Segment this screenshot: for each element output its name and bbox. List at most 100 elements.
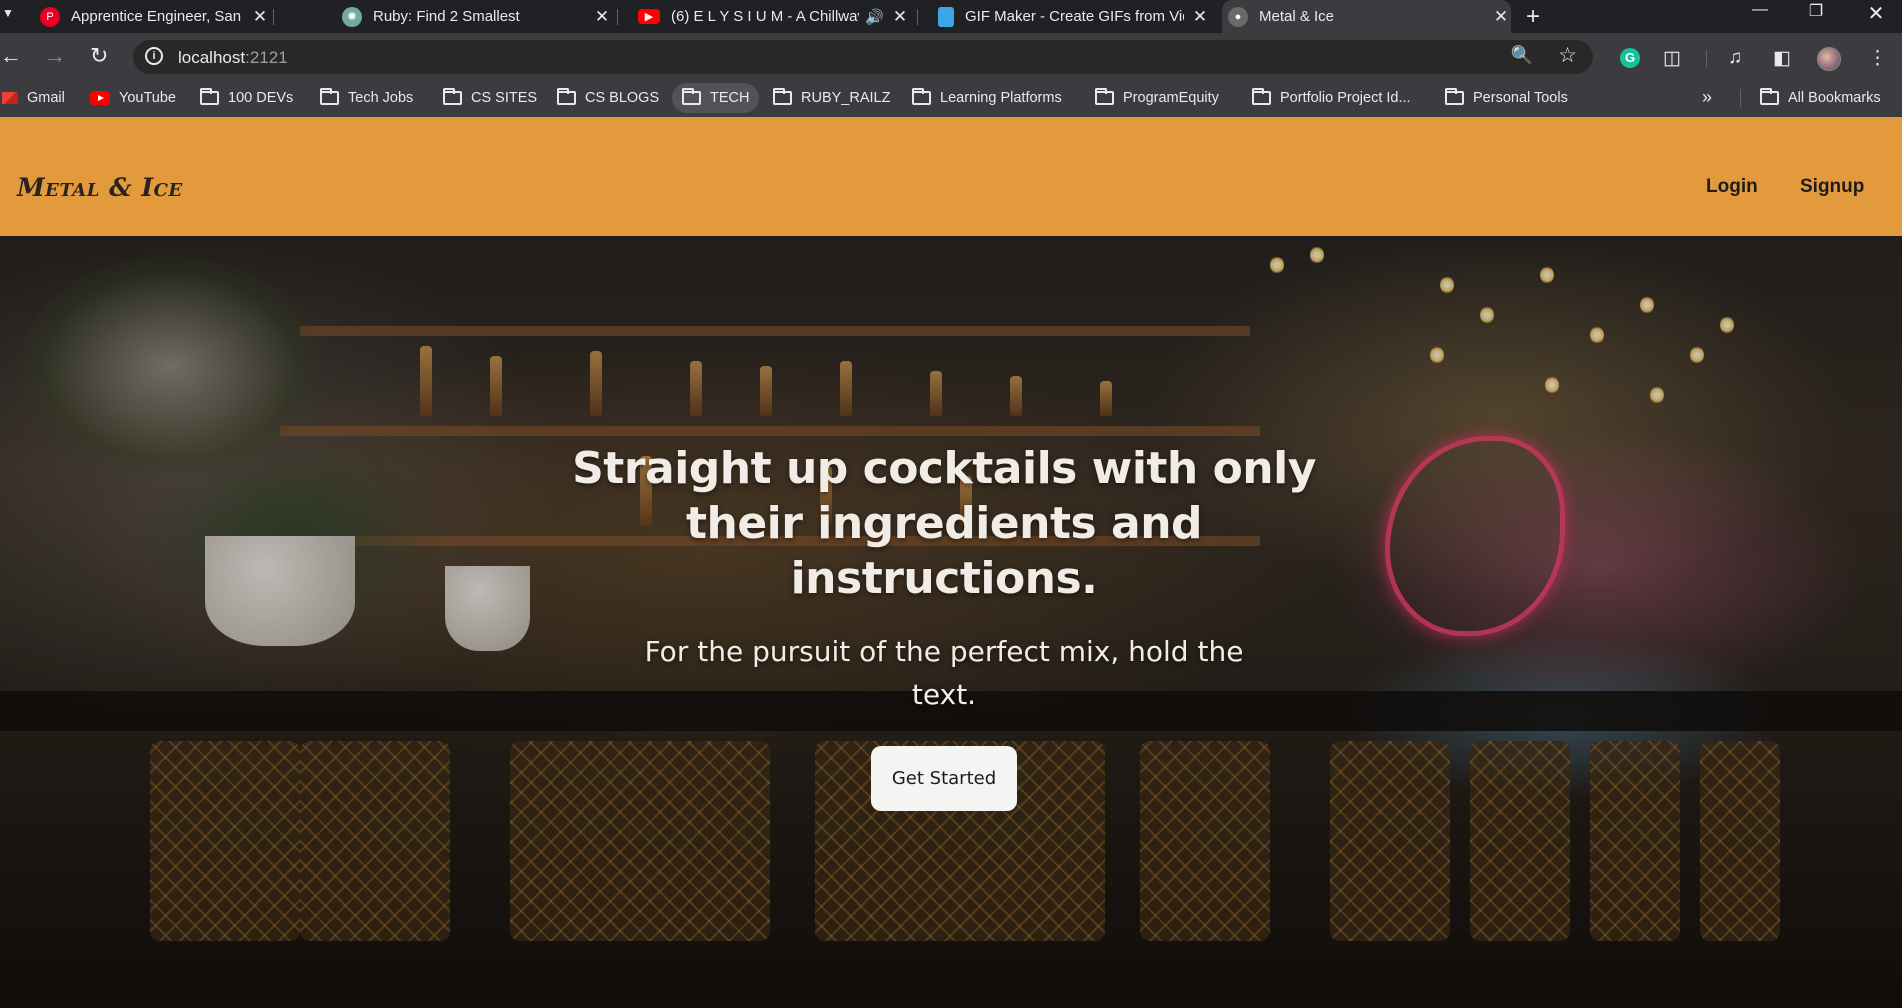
address-url[interactable]: localhost:2121 [178, 48, 288, 68]
bookmark-star-icon[interactable]: ☆ [1558, 43, 1577, 68]
extensions-puzzle-icon[interactable]: ◫ [1663, 47, 1681, 70]
close-icon[interactable]: ✕ [1491, 7, 1511, 27]
browser-toolbar: ← → ↻ i localhost:2121 🔍 ☆ G ◫ ♫ ◧ ⋮ [0, 33, 1902, 79]
bookmark-label: 100 DEVs [228, 90, 294, 106]
all-bookmarks-button[interactable]: All Bookmarks [1760, 79, 1881, 117]
tab-search-chevron-icon[interactable]: ▼ [2, 6, 14, 20]
bookmark-label: YouTube [119, 90, 176, 106]
grammarly-extension-icon[interactable]: G [1620, 48, 1640, 68]
signup-link[interactable]: Signup [1800, 176, 1864, 198]
bookmark-label: Portfolio Project Id... [1280, 90, 1411, 106]
close-icon[interactable]: ✕ [250, 7, 270, 27]
bookmarks-overflow-icon[interactable]: » [1702, 87, 1712, 108]
bookmark-label: Tech Jobs [348, 90, 414, 106]
bookmark-folder-tech[interactable]: TECH [672, 83, 760, 113]
globe-icon: ● [1228, 6, 1248, 27]
bookmark-label: RUBY_RAILZ [801, 90, 891, 106]
folder-icon [1095, 88, 1114, 105]
hero-subtitle: For the pursuit of the perfect mix, hold… [644, 635, 1244, 711]
tab-elysium-youtube[interactable]: ▶ (6) E L Y S I U M - A Chillwave 🔊 ✕ [632, 0, 910, 33]
tab-title: GIF Maker - Create GIFs from Video [965, 8, 1184, 25]
site-logo[interactable]: Metal & Ice [17, 173, 183, 202]
tab-metal-and-ice[interactable]: ● Metal & Ice ✕ [1222, 0, 1511, 33]
tab-strip: ▼ P Apprentice Engineer, San Francisco ✕… [0, 0, 1902, 33]
close-window-icon[interactable]: ✕ [1856, 1, 1896, 26]
login-link[interactable]: Login [1706, 176, 1758, 198]
new-tab-plus-icon[interactable]: + [1526, 3, 1540, 31]
bookmark-label: CS SITES [471, 90, 538, 106]
tab-title: (6) E L Y S I U M - A Chillwave [671, 8, 860, 25]
url-host: localhost [178, 48, 246, 67]
bookmark-folder-personal-tools[interactable]: Personal Tools [1445, 79, 1568, 117]
url-port: :2121 [245, 48, 288, 67]
bookmark-label: Gmail [27, 90, 65, 106]
hero-section: Straight up cocktails with only their in… [0, 236, 1902, 1008]
minimize-icon[interactable]: — [1740, 1, 1780, 19]
forward-arrow-icon[interactable]: → [44, 43, 66, 69]
bookmark-gmail[interactable]: Gmail [2, 79, 65, 117]
media-control-icon[interactable]: ♫ [1728, 47, 1742, 69]
back-arrow-icon[interactable]: ← [0, 43, 22, 69]
folder-icon [912, 88, 931, 105]
bookmark-label: All Bookmarks [1788, 90, 1881, 106]
hero-content: Straight up cocktails with only their in… [560, 441, 1328, 811]
tab-title: Apprentice Engineer, San Francisco [71, 8, 244, 25]
folder-icon [443, 88, 462, 105]
profile-avatar[interactable] [1817, 47, 1841, 71]
bookmark-folder-programequity[interactable]: ProgramEquity [1095, 79, 1219, 117]
chatgpt-icon: ✺ [342, 6, 362, 27]
bookmark-label: Learning Platforms [940, 90, 1062, 106]
close-icon[interactable]: ✕ [1190, 7, 1210, 27]
bookmark-folder-tech-jobs[interactable]: Tech Jobs [320, 79, 413, 117]
pinterest-icon: P [40, 6, 60, 27]
folder-icon [1445, 88, 1464, 105]
tab-gif-maker[interactable]: GIF Maker - Create GIFs from Video ✕ [932, 0, 1210, 33]
bookmark-folder-cs-blogs[interactable]: CS BLOGS [557, 79, 659, 117]
tab-separator [917, 9, 918, 25]
tab-title: Metal & Ice [1259, 8, 1335, 25]
more-menu-icon[interactable]: ⋮ [1868, 47, 1887, 70]
tab-separator [617, 9, 618, 25]
bookmark-folder-100-devs[interactable]: 100 DEVs [200, 79, 293, 117]
bookmarks-bar: Gmail YouTube 100 DEVs Tech Jobs CS SITE… [0, 79, 1902, 117]
bookmark-folder-learning-platforms[interactable]: Learning Platforms [912, 79, 1062, 117]
reload-icon[interactable]: ↻ [90, 43, 108, 69]
tab-title: Ruby: Find 2 Smallest [373, 8, 520, 25]
page-viewport: Metal & Ice Login Signup Straight up coc… [0, 117, 1902, 1008]
folder-icon [773, 88, 792, 105]
toolbar-separator [1706, 50, 1707, 68]
bookmark-label: TECH [710, 90, 750, 106]
address-bar[interactable]: i localhost:2121 🔍 ☆ [133, 40, 1593, 74]
folder-icon [320, 88, 339, 105]
side-panel-icon[interactable]: ◧ [1773, 47, 1791, 70]
close-icon[interactable]: ✕ [890, 7, 910, 27]
gmail-icon [2, 92, 18, 104]
folder-icon [200, 88, 219, 105]
close-icon[interactable]: ✕ [592, 7, 612, 27]
zoom-icon[interactable]: 🔍 [1511, 45, 1533, 66]
bookmark-label: ProgramEquity [1123, 90, 1219, 106]
bookmark-folder-cs-sites[interactable]: CS SITES [443, 79, 537, 117]
folder-icon [1760, 88, 1779, 105]
youtube-icon: ▶ [638, 9, 660, 24]
site-navbar: Metal & Ice Login Signup [0, 117, 1902, 236]
get-started-button[interactable]: Get Started [871, 746, 1017, 811]
bookmark-label: CS BLOGS [585, 90, 660, 106]
bookmark-folder-portfolio-project-ideas[interactable]: Portfolio Project Id... [1252, 79, 1411, 117]
folder-icon [682, 88, 701, 105]
gif-maker-icon [938, 6, 954, 27]
bookmark-label: Personal Tools [1473, 90, 1568, 106]
audio-playing-icon[interactable]: 🔊 [865, 8, 884, 26]
restore-icon[interactable]: ❐ [1796, 1, 1836, 21]
bookmark-folder-ruby-railz[interactable]: RUBY_RAILZ [773, 79, 890, 117]
tab-separator [273, 9, 274, 25]
youtube-icon [90, 91, 110, 105]
tab-apprentice-engineer[interactable]: P Apprentice Engineer, San Francisco ✕ [34, 0, 270, 33]
tab-ruby-find-2-smallest[interactable]: ✺ Ruby: Find 2 Smallest ✕ [336, 0, 612, 33]
folder-icon [557, 88, 576, 105]
bookmark-youtube[interactable]: YouTube [90, 79, 176, 117]
site-info-icon[interactable]: i [145, 47, 163, 65]
bookmarks-separator [1740, 89, 1741, 107]
folder-icon [1252, 88, 1271, 105]
hero-title: Straight up cocktails with only their in… [572, 443, 1316, 604]
